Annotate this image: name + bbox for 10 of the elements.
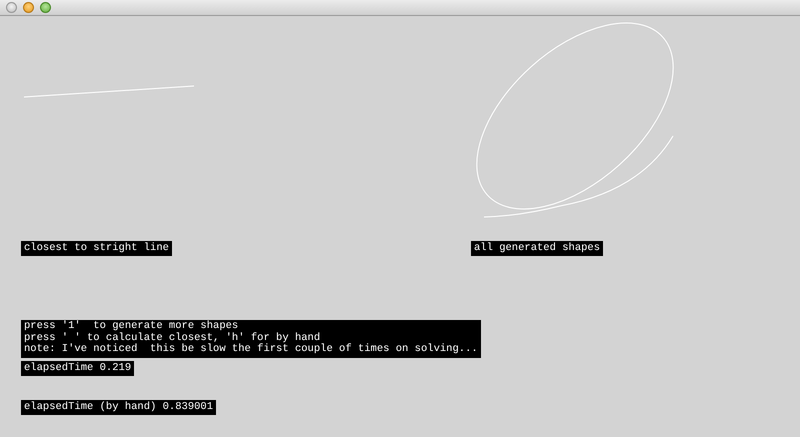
elapsed-time-label: elapsedTime 0.219 — [21, 361, 134, 376]
instruction-line: press ' ' to calculate closest, 'h' for by hand — [24, 332, 320, 344]
instruction-line: note: I've noticed this be slow the first couple of times on solving... — [24, 344, 478, 356]
elapsed-time-label: elapsedTime (by hand) 0.839001 — [21, 400, 216, 415]
zoom-icon[interactable] — [40, 2, 51, 13]
panel-label: all generated shapes — [471, 241, 604, 256]
minimize-icon[interactable] — [23, 2, 34, 13]
close-icon[interactable] — [6, 2, 17, 13]
instruction-line: press '1' to generate more shapes — [24, 321, 240, 332]
panel-label: closest to stright line — [21, 241, 172, 256]
